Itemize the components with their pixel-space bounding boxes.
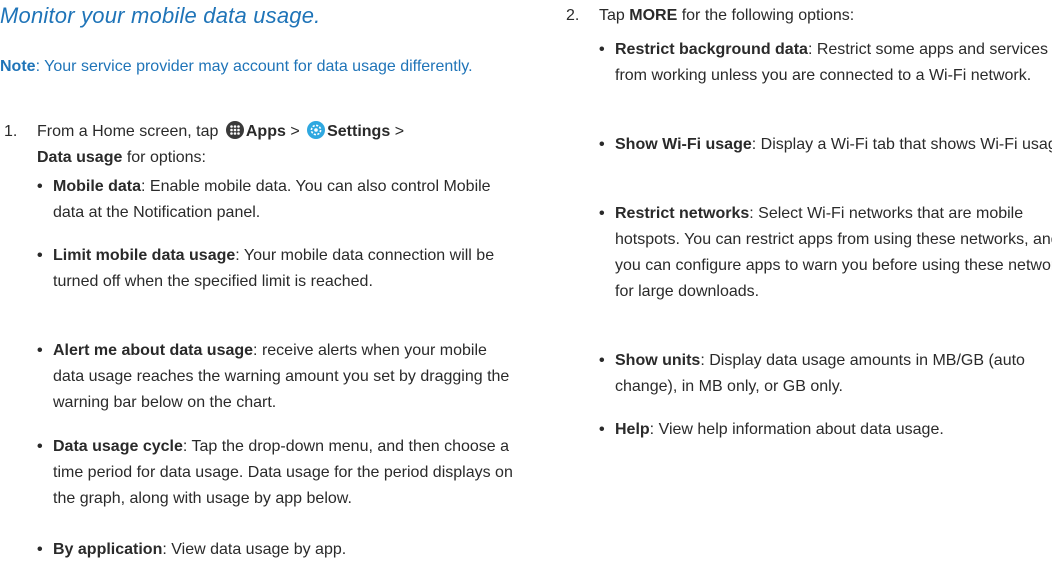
item-title: Show units xyxy=(615,352,701,369)
item-text: : Display a Wi-Fi tab that shows Wi-Fi u… xyxy=(751,136,1052,153)
note-paragraph: Note: Your service provider may account … xyxy=(0,54,520,80)
list-item: • Data usage cycle: Tap the drop-down me… xyxy=(37,434,517,512)
item-text: : View data usage by app. xyxy=(162,541,347,558)
bullet-point: • xyxy=(599,41,605,58)
list-item: • Alert me about data usage: receive ale… xyxy=(37,338,517,416)
item-title: Restrict networks xyxy=(615,205,750,222)
bullet-point: • xyxy=(599,352,605,369)
list-item: • Show Wi-Fi usage: Display a Wi-Fi tab … xyxy=(599,132,1052,158)
bullet-point: • xyxy=(599,136,605,153)
list-item: • Limit mobile data usage: Your mobile d… xyxy=(37,243,517,295)
bullet-point: • xyxy=(599,205,605,222)
item-title: Alert me about data usage xyxy=(53,342,254,359)
item-text: : View help information about data usage… xyxy=(649,421,944,438)
note-text: : Your service provider may account for … xyxy=(35,58,473,75)
step-1-suffix: for options: xyxy=(126,149,206,166)
list-item: • Help: View help information about data… xyxy=(599,417,1052,443)
step-1: 1. From a Home screen, tap Apps > Settin… xyxy=(0,119,520,171)
step-2-suffix: for the following options: xyxy=(681,7,855,24)
item-title: Data usage cycle xyxy=(53,438,183,455)
apps-label: Apps xyxy=(245,123,286,140)
step-1-text: From a Home screen, tap Apps > Settings … xyxy=(0,119,520,171)
step-2-prefix: Tap xyxy=(599,7,625,24)
apps-grid-icon xyxy=(225,121,244,139)
step-1-number: 1. xyxy=(4,123,18,140)
list-item: • Restrict networks: Select Wi-Fi networ… xyxy=(599,201,1052,305)
list-item: • By application: View data usage by app… xyxy=(37,537,517,563)
settings-gear-icon xyxy=(307,121,326,139)
settings-label: Settings xyxy=(327,123,391,140)
list-item: • Mobile data: Enable mobile data. You c… xyxy=(37,174,517,226)
item-title: Limit mobile data usage xyxy=(53,247,236,264)
list-item: • Restrict background data: Restrict som… xyxy=(599,37,1052,89)
bullet-point: • xyxy=(599,421,605,438)
item-title: Restrict background data xyxy=(615,41,808,58)
bullet-point: • xyxy=(37,438,43,455)
section-heading: Monitor your mobile data usage. xyxy=(0,3,321,28)
item-title: Mobile data xyxy=(53,178,142,195)
list-item: • Show units: Display data usage amounts… xyxy=(599,348,1052,400)
item-title: Show Wi-Fi usage xyxy=(615,136,752,153)
step-1-prefix: From a Home screen, tap xyxy=(37,123,219,140)
step-2: 2. Tap MORE for the following options: xyxy=(562,3,1052,29)
data-usage-label: Data usage xyxy=(37,149,123,166)
breadcrumb-separator: > xyxy=(290,123,300,140)
step-2-number: 2. xyxy=(566,7,580,24)
breadcrumb-separator: > xyxy=(394,123,405,140)
bullet-point: • xyxy=(37,541,43,558)
item-title: Help xyxy=(615,421,650,438)
more-label: MORE xyxy=(629,7,678,24)
note-label: Note xyxy=(0,58,36,75)
bullet-point: • xyxy=(37,342,43,359)
item-title: By application xyxy=(53,541,163,558)
bullet-point: • xyxy=(37,178,43,195)
bullet-point: • xyxy=(37,247,43,264)
